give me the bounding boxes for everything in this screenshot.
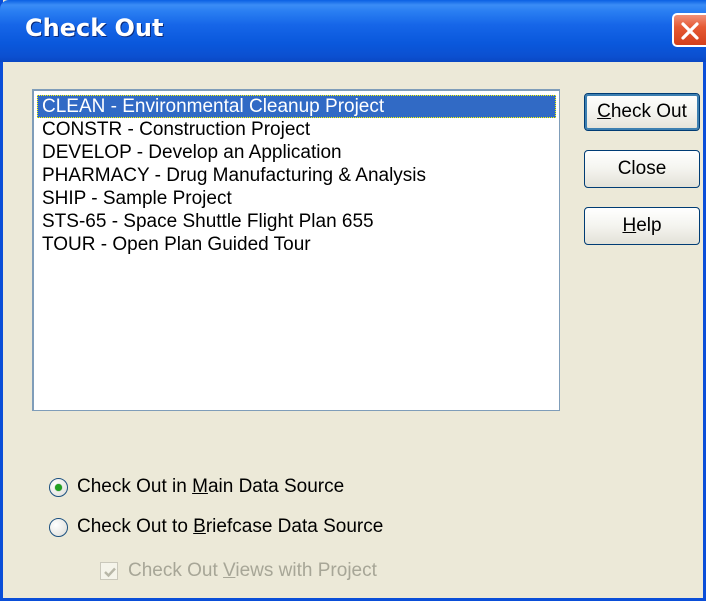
check-out-views-checkbox — [100, 562, 118, 580]
list-item[interactable]: DEVELOP - Develop an Application — [34, 141, 559, 164]
list-item[interactable]: PHARMACY - Drug Manufacturing & Analysis — [34, 164, 559, 187]
list-item[interactable]: CLEAN - Environmental Cleanup Project — [37, 95, 556, 118]
window-title: Check Out — [25, 14, 164, 42]
main-data-source-option[interactable]: Check Out in Main Data Source — [49, 474, 344, 500]
list-item[interactable]: STS-65 - Space Shuttle Flight Plan 655 — [34, 210, 559, 233]
help-button-mnemonic: H — [622, 215, 637, 236]
close-window-button[interactable] — [672, 13, 706, 47]
list-item[interactable]: SHIP - Sample Project — [34, 187, 559, 210]
close-button-label: Close — [617, 158, 667, 179]
checkmark-icon — [104, 567, 116, 578]
help-button[interactable]: Help — [584, 207, 700, 245]
check-out-button-mnemonic: C — [597, 101, 611, 122]
briefcase-data-source-mnemonic: B — [193, 516, 206, 537]
project-listbox[interactable]: CLEAN - Environmental Cleanup Project CO… — [32, 89, 560, 411]
briefcase-data-source-option[interactable]: Check Out to Briefcase Data Source — [49, 514, 383, 540]
briefcase-data-source-label-post: riefcase Data Source — [205, 516, 384, 537]
main-data-source-radio[interactable] — [49, 477, 68, 497]
main-data-source-label-post: ain Data Source — [207, 476, 345, 497]
check-out-views-label: Check Out Views with Project — [128, 560, 377, 582]
check-out-dialog: Check Out CLEAN - Environmental Cleanup … — [0, 0, 706, 601]
check-out-button-label: heck Out — [610, 101, 687, 122]
check-out-views-mnemonic: V — [223, 560, 236, 581]
main-data-source-label-pre: Check Out in — [77, 476, 193, 497]
list-item[interactable]: TOUR - Open Plan Guided Tour — [34, 233, 559, 256]
check-out-views-option: Check Out Views with Project — [100, 558, 377, 584]
briefcase-data-source-label-pre: Check Out to — [77, 516, 194, 537]
close-button[interactable]: Close — [584, 150, 700, 188]
briefcase-data-source-label: Check Out to Briefcase Data Source — [77, 516, 383, 538]
close-x-icon — [681, 22, 699, 40]
main-data-source-label: Check Out in Main Data Source — [77, 476, 344, 498]
briefcase-data-source-radio[interactable] — [49, 517, 68, 537]
check-out-views-label-post: iews with Project — [235, 560, 377, 581]
title-bar[interactable]: Check Out — [0, 0, 706, 62]
check-out-button[interactable]: Check Out — [584, 93, 700, 131]
main-data-source-mnemonic: M — [192, 476, 208, 497]
help-button-label: elp — [636, 215, 662, 236]
check-out-views-label-pre: Check Out — [128, 560, 224, 581]
list-item[interactable]: CONSTR - Construction Project — [34, 118, 559, 141]
